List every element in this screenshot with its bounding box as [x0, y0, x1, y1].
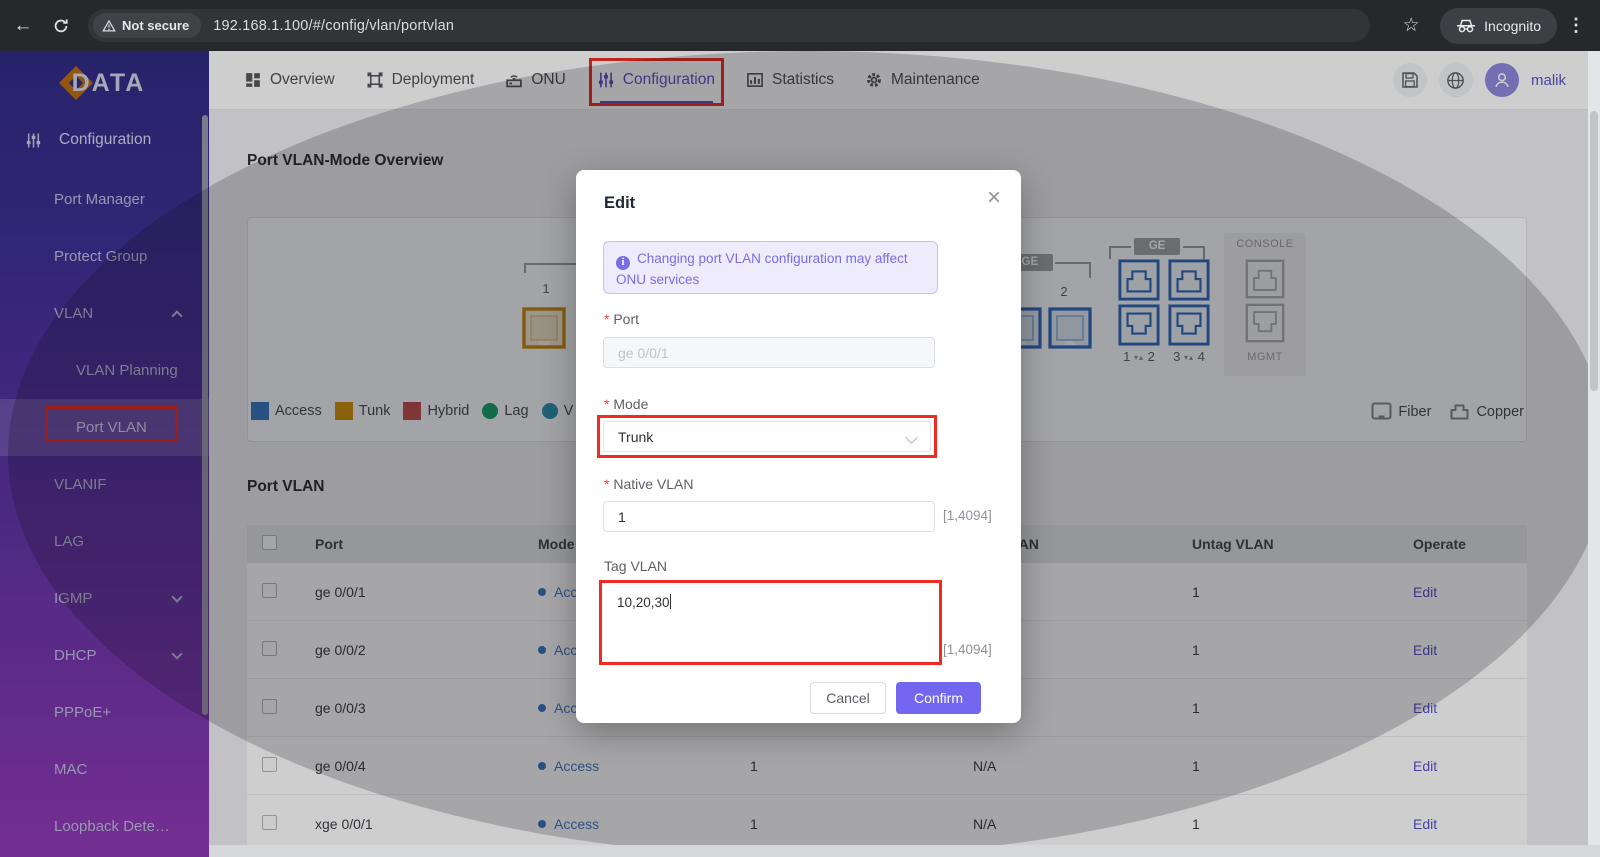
modal-alert: iChanging port VLAN configuration may af…	[603, 241, 938, 294]
security-badge[interactable]: Not secure	[93, 13, 201, 38]
modal-footer: Cancel Confirm	[810, 682, 981, 714]
mode-annotation-box: Trunk	[597, 415, 937, 458]
tag-vlan-annotation-box: 10,20,30	[599, 580, 942, 665]
url-text[interactable]: 192.168.1.100/#/config/vlan/portvlan	[213, 18, 454, 34]
vertical-scrollbar[interactable]	[1588, 51, 1600, 845]
native-vlan-hint: [1,4094]	[943, 508, 992, 523]
mode-select[interactable]: Trunk	[603, 421, 931, 452]
native-vlan-field-label: Native VLAN	[604, 476, 694, 492]
incognito-spy-icon	[1456, 18, 1476, 33]
mode-field-label: Mode	[604, 396, 648, 412]
port-field-label: Port	[604, 311, 639, 327]
reload-button[interactable]	[46, 11, 76, 41]
incognito-label: Incognito	[1484, 18, 1541, 34]
browser-chrome: ← → Not secure 192.168.1.100/#/config/vl…	[0, 0, 1600, 51]
modal-title: Edit	[604, 194, 635, 213]
text-cursor	[670, 594, 671, 609]
browser-menu-icon[interactable]: ⋮	[1567, 15, 1586, 36]
warning-triangle-icon	[102, 19, 116, 33]
native-vlan-input[interactable]: 1	[603, 501, 935, 532]
bookmark-star-icon[interactable]: ☆	[1396, 11, 1426, 41]
mode-select-value: Trunk	[618, 429, 653, 445]
reload-icon	[53, 18, 69, 34]
info-icon: i	[616, 256, 630, 270]
tag-vlan-value: 10,20,30	[617, 595, 670, 610]
port-field: ge 0/0/1	[603, 337, 935, 368]
close-icon[interactable]: ×	[987, 186, 1001, 210]
confirm-button[interactable]: Confirm	[896, 682, 981, 714]
chevron-down-icon	[905, 431, 918, 444]
security-label: Not secure	[122, 18, 189, 33]
back-button[interactable]: ←	[8, 11, 38, 41]
alert-text: Changing port VLAN configuration may aff…	[616, 251, 908, 287]
screen: ← → Not secure 192.168.1.100/#/config/vl…	[0, 0, 1600, 857]
incognito-badge: Incognito	[1440, 8, 1557, 44]
tag-vlan-field-label: Tag VLAN	[604, 558, 667, 574]
tag-vlan-hint: [1,4094]	[943, 642, 992, 657]
cancel-button[interactable]: Cancel	[810, 682, 886, 714]
horizontal-scrollbar[interactable]	[209, 845, 1600, 857]
tag-vlan-textarea[interactable]: 10,20,30	[605, 586, 936, 659]
address-bar[interactable]: Not secure 192.168.1.100/#/config/vlan/p…	[88, 9, 1370, 42]
edit-modal: Edit × iChanging port VLAN configuration…	[576, 170, 1021, 723]
